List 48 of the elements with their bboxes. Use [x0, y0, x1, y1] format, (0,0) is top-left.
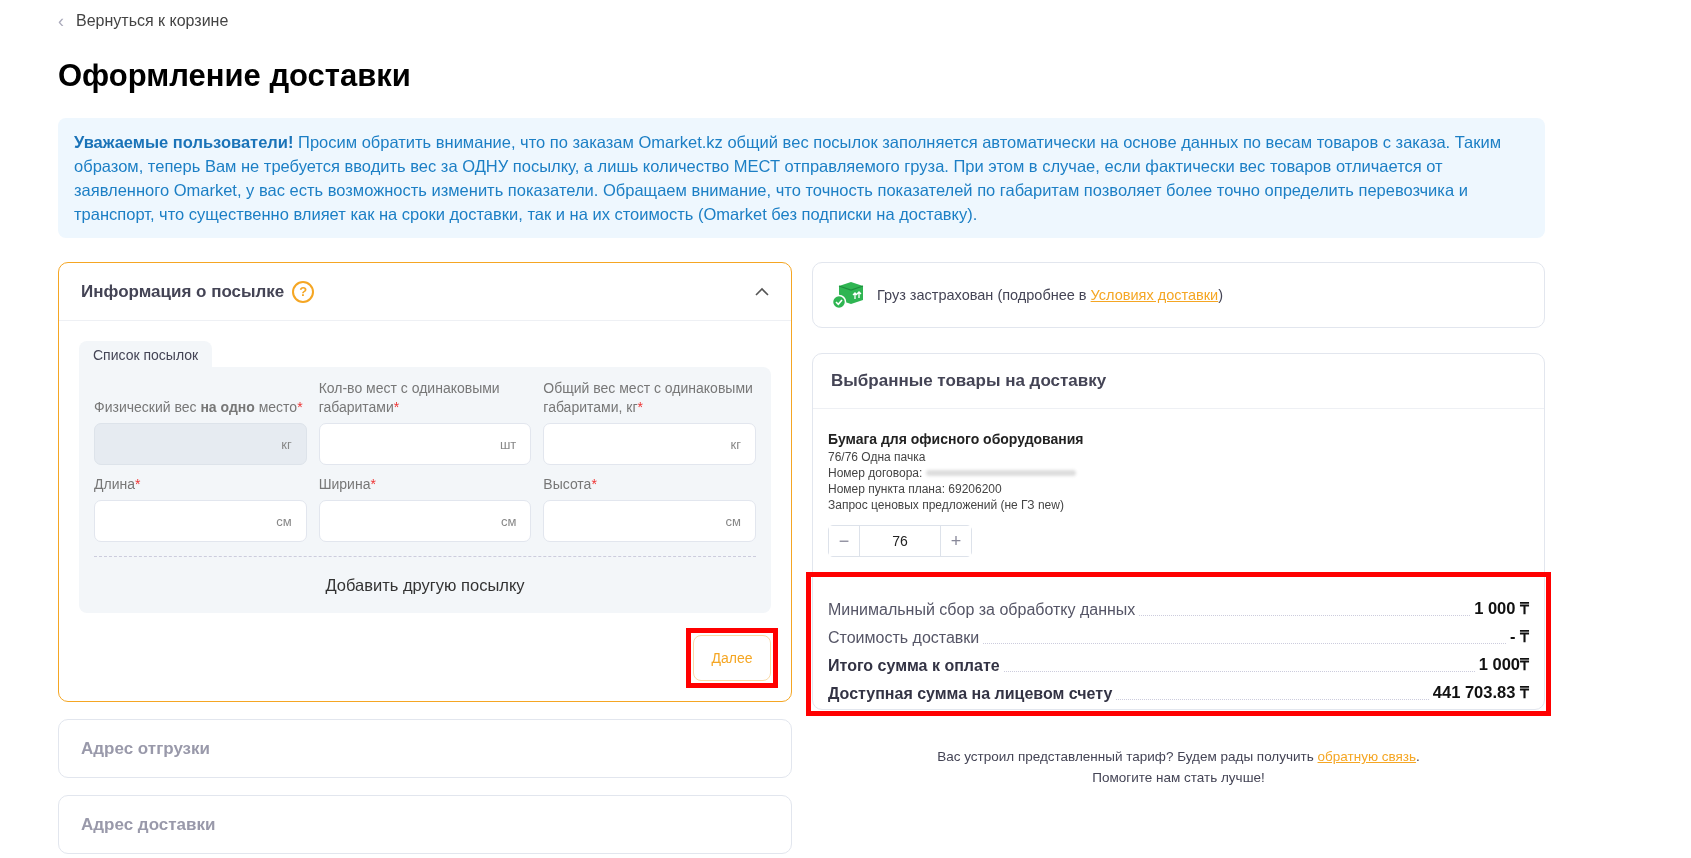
- chevron-up-icon[interactable]: [755, 287, 769, 296]
- product-detail: Номер пункта плана: 69206200: [828, 481, 1002, 497]
- total-label: Доступная сумма на лицевом счету: [828, 685, 1113, 703]
- insured-box-icon: [831, 280, 865, 310]
- unit-label: шт: [499, 436, 517, 452]
- products-title: Выбранные товары на доставку: [831, 371, 1107, 391]
- feedback-text: Вас устроил представленный тариф? Будем рады получить обратную связь.: [936, 748, 1421, 766]
- page-title: Оформление доставки: [58, 58, 412, 95]
- section-title[interactable]: Адрес отгрузки: [81, 738, 211, 759]
- back-link[interactable]: Вернуться к корзине: [76, 12, 229, 30]
- back-icon[interactable]: ‹: [58, 12, 64, 30]
- input-field[interactable]: шт: [318, 423, 532, 465]
- section-title[interactable]: Информация о посылке: [81, 281, 285, 302]
- field-label: Высота*: [543, 475, 598, 494]
- delivery-terms-link[interactable]: Условиях доставки: [1090, 287, 1219, 303]
- total-label: Итого сумма к оплате: [828, 657, 1000, 675]
- field-label: Ширина*: [318, 475, 377, 494]
- input-field[interactable]: кг: [543, 423, 756, 465]
- notice-text: Уважаемые пользователи! Просим обратить внимание, что по заказам Omarket.kz общий вес посылок заполняется автоматически на основе данных по весам товаров с заказа. Таким образом, теперь Вам не требуется вводить вес за ОДНУ посылку, а лишь количество МЕСТ отправляемого груза. При этом в случае, если фактически вес товаров отличается от заявленного Omarket, у вас есть возможность изменить показатели. Обращаем внимание, что точность показателей по габаритам позволяет более точно определить перевозчика и транспорт, что существенно влияет как на сроки доставки, так и на их стоимость (Omarket без подписки на доставку).: [58, 118, 1545, 238]
- product-detail: Номер договора:: [828, 465, 923, 481]
- feedback-text: Помогите нам стать лучше!: [1091, 769, 1266, 787]
- unit-label: кг: [281, 436, 292, 452]
- add-parcel-button[interactable]: Добавить другую посылку: [319, 574, 531, 596]
- unit-label: см: [500, 513, 517, 529]
- product-detail: Запрос ценовых предложений (не ГЗ new): [828, 497, 1064, 513]
- total-value: 1 000₸: [1478, 654, 1529, 675]
- field-label: Физический вес на одно место*: [94, 398, 304, 417]
- section-title[interactable]: Адрес доставки: [81, 814, 216, 835]
- total-label: Стоимость доставки: [828, 629, 980, 647]
- field-label: Кол-во мест с одинаковыми габаритами*: [318, 379, 501, 417]
- unit-label: см: [725, 513, 741, 529]
- help-icon[interactable]: ?: [292, 280, 315, 303]
- next-button[interactable]: Далее: [693, 635, 771, 681]
- insurance-text: Груз застрахован (подробнее в Условиях доставки): [877, 287, 1224, 303]
- input-field[interactable]: см: [318, 500, 532, 542]
- unit-label: кг: [730, 436, 741, 452]
- total-value: 441 703.83 ₸: [1432, 682, 1529, 703]
- input-field[interactable]: см: [543, 500, 756, 542]
- total-value: - ₸: [1509, 626, 1529, 647]
- input-field[interactable]: см: [94, 500, 307, 542]
- product-detail: 76/76 Одна пачка: [828, 449, 926, 465]
- product-name: Бумага для офисного оборудования: [828, 431, 1085, 447]
- unit-label: см: [276, 513, 292, 529]
- field-label: Длина*: [94, 475, 142, 494]
- total-label: Минимальный сбор за обработку данных: [828, 601, 1136, 619]
- parcel-list-tab[interactable]: Список посылок: [79, 341, 213, 367]
- total-value: 1 000 ₸: [1474, 598, 1529, 619]
- field-label: Общий вес мест с одинаковыми габаритами, кг*: [543, 379, 754, 417]
